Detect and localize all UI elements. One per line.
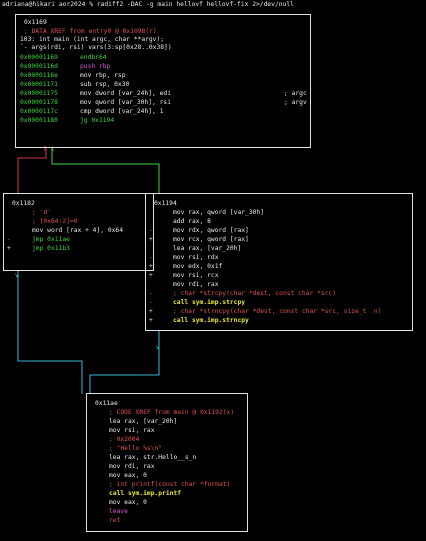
instr-addr: 0x00001171 xyxy=(20,81,58,88)
instr: mov rsi, rdx xyxy=(173,254,219,261)
instr: mov rbp, rsp xyxy=(80,72,126,79)
instr-addr: 0x0000117c xyxy=(20,108,58,115)
call-instr: call sym.imp.strncpy xyxy=(173,317,249,324)
xref-comment: ; DATA XREF from entry0 @ 0x1098(r) xyxy=(24,28,157,35)
diff-marker: + xyxy=(7,245,11,252)
block-main[interactable]: 0x1169 ; DATA XREF from entry0 @ 0x1098(… xyxy=(15,14,311,148)
edge-1182-to-11ae xyxy=(17,270,83,394)
instr: endbr64 xyxy=(80,54,107,61)
instr: lea rax, str.Hello__s_n xyxy=(109,454,197,461)
instr: jmp 0x11b3 xyxy=(32,245,70,252)
diff-marker: - xyxy=(149,227,153,234)
instr: mov dword [var_24h], edi xyxy=(80,90,171,97)
instr: mov edx, 0x1f xyxy=(173,263,223,270)
instr: lea rax, [var_20h] xyxy=(109,418,178,425)
instr-addr: 0x00001178 xyxy=(20,99,58,106)
instr: mov rsi, rcx xyxy=(173,272,219,279)
instr: mov word [rax + 4], 0x64 xyxy=(32,227,123,234)
block-address: 0x11ae xyxy=(95,400,118,407)
arg-comment: ; argc xyxy=(284,90,307,97)
diff-marker: - xyxy=(149,254,153,261)
comment: ; 0x2004 xyxy=(109,436,140,443)
instr: mov rdx, qword [rax] xyxy=(173,227,249,234)
edge-false xyxy=(17,147,47,194)
instr: mov eax, 0 xyxy=(109,472,147,479)
call-instr: call sym.imp.printf xyxy=(109,490,182,497)
instr: add rax, 8 xyxy=(173,218,211,225)
block-0x1194[interactable]: 0x1194 mov rax, qword [var_30h] add rax,… xyxy=(145,193,413,331)
instr: mov rdi, rax xyxy=(173,281,219,288)
comment: ; char *strncpy(char *dest, const char *… xyxy=(173,308,382,315)
comment: ; 'd' xyxy=(32,209,51,216)
instr-addr: 0x0000116d xyxy=(20,63,58,70)
instr: jmp 0x11ae xyxy=(32,236,70,243)
instr: mov rax, qword [var_30h] xyxy=(173,209,264,216)
edge-true xyxy=(51,147,160,194)
instr: leave xyxy=(109,508,128,515)
instr: lea rax, [var_20h] xyxy=(173,245,242,252)
diff-marker: + xyxy=(149,236,153,243)
instr: mov eax, 0 xyxy=(109,499,147,506)
edge-label-v-right: v xyxy=(156,344,160,351)
instr: mov rsi, rax xyxy=(109,427,155,434)
diff-marker: + xyxy=(149,317,153,324)
instr: mov rcx, qword [rax] xyxy=(173,236,249,243)
function-signature: 103: int main (int argc, char **argv); xyxy=(20,36,165,43)
arg-comment: ; argv xyxy=(284,99,307,106)
block-0x11ae[interactable]: 0x11ae ; CODE XREF from main @ 0x1192(x)… xyxy=(86,393,248,532)
instr: sub rsp, 0x30 xyxy=(80,81,130,88)
comment: ; char *strcpy(char *dest, const char *s… xyxy=(173,290,337,297)
instr-addr: 0x00001175 xyxy=(20,90,58,97)
instr: mov rdi, rax xyxy=(109,463,155,470)
edge-label-v-left: v xyxy=(15,272,19,279)
instr: mov qword [var_30h], rsi xyxy=(80,99,171,106)
instr-addr: 0x0000116e xyxy=(20,72,58,79)
function-args: `- args(rdi, rsi) vars(3:sp[0x28..0x38]) xyxy=(20,44,172,51)
instr-addr: 0x00001169 xyxy=(20,54,58,61)
instr: cmp dword [var_24h], 1 xyxy=(80,108,164,115)
instr: push rbp xyxy=(80,63,111,70)
edge-1194-to-11ae xyxy=(89,330,160,394)
block-address: 0x1194 xyxy=(154,200,177,207)
diff-marker: - xyxy=(149,290,153,297)
block-0x1182[interactable]: 0x1182 ; 'd' ; [0x64:2]=0 mov word [rax … xyxy=(3,193,154,271)
instr: ret xyxy=(109,517,121,524)
block-address: 0x1182 xyxy=(12,200,35,207)
diff-marker: + xyxy=(149,272,153,279)
diff-marker: + xyxy=(149,263,153,270)
diff-marker: - xyxy=(149,299,153,306)
diff-marker: + xyxy=(149,308,153,315)
comment: ; int printf(const char *format) xyxy=(109,481,231,488)
instr: jg 0x1194 xyxy=(80,117,115,124)
call-instr: call sym.imp.strcpy xyxy=(173,299,246,306)
comment: ; [0x64:2]=0 xyxy=(32,218,78,225)
block-address: 0x1169 xyxy=(24,19,47,26)
xref-comment: ; CODE XREF from main @ 0x1192(x) xyxy=(109,409,235,416)
instr-addr: 0x00001180 xyxy=(20,117,58,124)
comment: ; "Hello %s\n" xyxy=(109,445,163,452)
diff-marker: - xyxy=(7,236,11,243)
